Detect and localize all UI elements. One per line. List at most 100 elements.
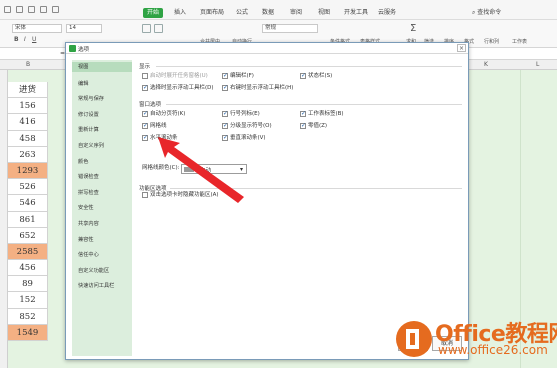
redo-icon[interactable]: [52, 6, 59, 13]
nav-item[interactable]: 重新计算: [78, 126, 99, 133]
data-cell[interactable]: 263: [8, 146, 48, 163]
underline-button[interactable]: U: [32, 36, 36, 43]
nav-item[interactable]: 颜色: [78, 158, 88, 165]
option-label: 启动时展开任务窗格(U): [150, 73, 208, 79]
print-icon[interactable]: [28, 6, 35, 13]
nav-item[interactable]: 安全性: [78, 204, 94, 211]
grid-color-select[interactable]: 自动 ▾: [181, 164, 247, 174]
option-checkbox[interactable]: 状态栏(S): [300, 72, 333, 80]
tab-insert[interactable]: 插入: [174, 8, 186, 18]
checkbox-checked-icon[interactable]: [142, 122, 148, 129]
checkbox-checked-icon[interactable]: [300, 122, 306, 129]
font-name-select[interactable]: 宋体: [12, 24, 62, 33]
column-header-b[interactable]: B: [26, 61, 30, 68]
data-cell[interactable]: 458: [8, 130, 48, 147]
option-checkbox[interactable]: 行号列标(E): [222, 110, 260, 118]
sheet-label[interactable]: 工作表: [512, 38, 527, 45]
nav-item[interactable]: 错误检查: [78, 173, 99, 180]
option-checkbox[interactable]: 垂直滚动条(V): [222, 134, 266, 142]
nav-item[interactable]: 视图: [72, 62, 132, 72]
data-cell[interactable]: 2585: [8, 243, 48, 261]
nav-item[interactable]: 修订设置: [78, 111, 99, 118]
data-cell[interactable]: 89: [8, 276, 48, 293]
option-checkbox[interactable]: 分级显示符号(O): [222, 122, 272, 130]
checkbox-checked-icon[interactable]: [222, 134, 228, 141]
header-cell[interactable]: 进货: [8, 82, 48, 99]
number-format-select[interactable]: 常规: [262, 24, 318, 33]
option-checkbox[interactable]: 右键时显示浮动工具栏(H): [222, 84, 293, 92]
nav-item[interactable]: 共享内容: [78, 220, 99, 227]
option-checkbox[interactable]: 工作表标签(B): [300, 110, 344, 118]
align-top-icon[interactable]: [142, 24, 151, 33]
section-divider: [166, 104, 462, 105]
checkbox-empty-icon[interactable]: [142, 192, 148, 198]
office-logo-icon: [396, 321, 432, 357]
nav-item[interactable]: 常规与保存: [78, 95, 104, 102]
nav-item[interactable]: 自定义序列: [78, 142, 104, 149]
options-panel: 显示 启动时展开任务窗格(U) 编辑栏(F) 状态栏(S) 选择时显示浮动工具栏(D)…: [136, 60, 464, 356]
option-checkbox[interactable]: 编辑栏(F): [222, 72, 254, 80]
tab-view[interactable]: 视图: [318, 8, 330, 18]
checkbox-checked-icon[interactable]: [142, 134, 148, 141]
option-checkbox[interactable]: 双击选项卡时隐藏功能区(A): [142, 192, 219, 199]
search-field[interactable]: ⌕ 查找命令: [472, 8, 501, 18]
nav-item[interactable]: 兼容性: [78, 236, 94, 243]
tab-home[interactable]: 开始: [143, 8, 164, 18]
checkbox-checked-icon[interactable]: [300, 110, 306, 117]
data-cell[interactable]: 526: [8, 179, 48, 196]
tab-page-layout[interactable]: 页面布局: [200, 8, 224, 18]
nav-item[interactable]: 编辑: [78, 80, 88, 87]
data-cell[interactable]: 1549: [8, 324, 48, 341]
italic-button[interactable]: I: [24, 36, 26, 43]
close-button[interactable]: ×: [457, 44, 466, 52]
checkbox-checked-icon[interactable]: [222, 84, 228, 91]
rowcol-label[interactable]: 行和列: [484, 38, 499, 45]
nav-item[interactable]: 拼写检查: [78, 189, 99, 196]
option-checkbox[interactable]: 水平滚动条: [142, 134, 178, 142]
font-size-select[interactable]: 14: [66, 24, 102, 33]
data-cell[interactable]: 152: [8, 292, 48, 309]
grid-color-swatch: [184, 167, 194, 172]
app-icon: [69, 45, 76, 52]
option-checkbox[interactable]: 网格线: [142, 122, 167, 130]
checkbox-checked-icon[interactable]: [222, 122, 228, 129]
data-cell[interactable]: 852: [8, 308, 48, 325]
data-cell[interactable]: 416: [8, 114, 48, 131]
nav-item[interactable]: 自定义功能区: [78, 267, 109, 274]
option-checkbox[interactable]: 零值(Z): [300, 122, 327, 130]
checkbox-empty-icon[interactable]: [142, 73, 148, 79]
align-middle-icon[interactable]: [154, 24, 163, 33]
watermark: Office教程网 www.office26.com: [394, 315, 557, 365]
data-cell[interactable]: 1293: [8, 162, 48, 180]
column-header-k[interactable]: K: [484, 61, 488, 68]
grid-color-value: 自动: [200, 168, 212, 174]
nav-item[interactable]: 快速访问工具栏: [78, 282, 114, 289]
bold-button[interactable]: B: [14, 36, 19, 43]
section-display: 显示: [139, 64, 151, 70]
tab-review[interactable]: 审阅: [290, 8, 302, 18]
tab-developer[interactable]: 开发工具: [344, 8, 368, 18]
data-cell[interactable]: 861: [8, 211, 48, 228]
checkbox-checked-icon[interactable]: [222, 110, 228, 117]
save-icon[interactable]: [16, 6, 23, 13]
data-cell[interactable]: 652: [8, 227, 48, 244]
option-checkbox[interactable]: 启动时展开任务窗格(U): [142, 73, 208, 80]
checkbox-checked-icon[interactable]: [300, 72, 306, 79]
menu-icon[interactable]: [4, 6, 11, 13]
tab-data[interactable]: 数据: [262, 8, 274, 18]
nav-item[interactable]: 信任中心: [78, 251, 99, 258]
checkbox-checked-icon[interactable]: [222, 72, 228, 79]
sum-icon[interactable]: Σ: [410, 23, 416, 34]
data-cell[interactable]: 156: [8, 98, 48, 115]
checkbox-checked-icon[interactable]: [142, 110, 148, 117]
checkbox-checked-icon[interactable]: [142, 84, 148, 91]
data-cell[interactable]: 456: [8, 260, 48, 277]
option-checkbox[interactable]: 选择时显示浮动工具栏(D): [142, 84, 214, 92]
undo-icon[interactable]: [40, 6, 47, 13]
tab-formulas[interactable]: 公式: [236, 8, 248, 18]
column-header-l[interactable]: L: [536, 61, 539, 68]
option-checkbox[interactable]: 自动分页符(K): [142, 110, 185, 118]
tab-cloud[interactable]: 云服务: [378, 8, 396, 18]
data-cell[interactable]: 546: [8, 195, 48, 212]
option-label: 状态栏(S): [308, 73, 333, 79]
